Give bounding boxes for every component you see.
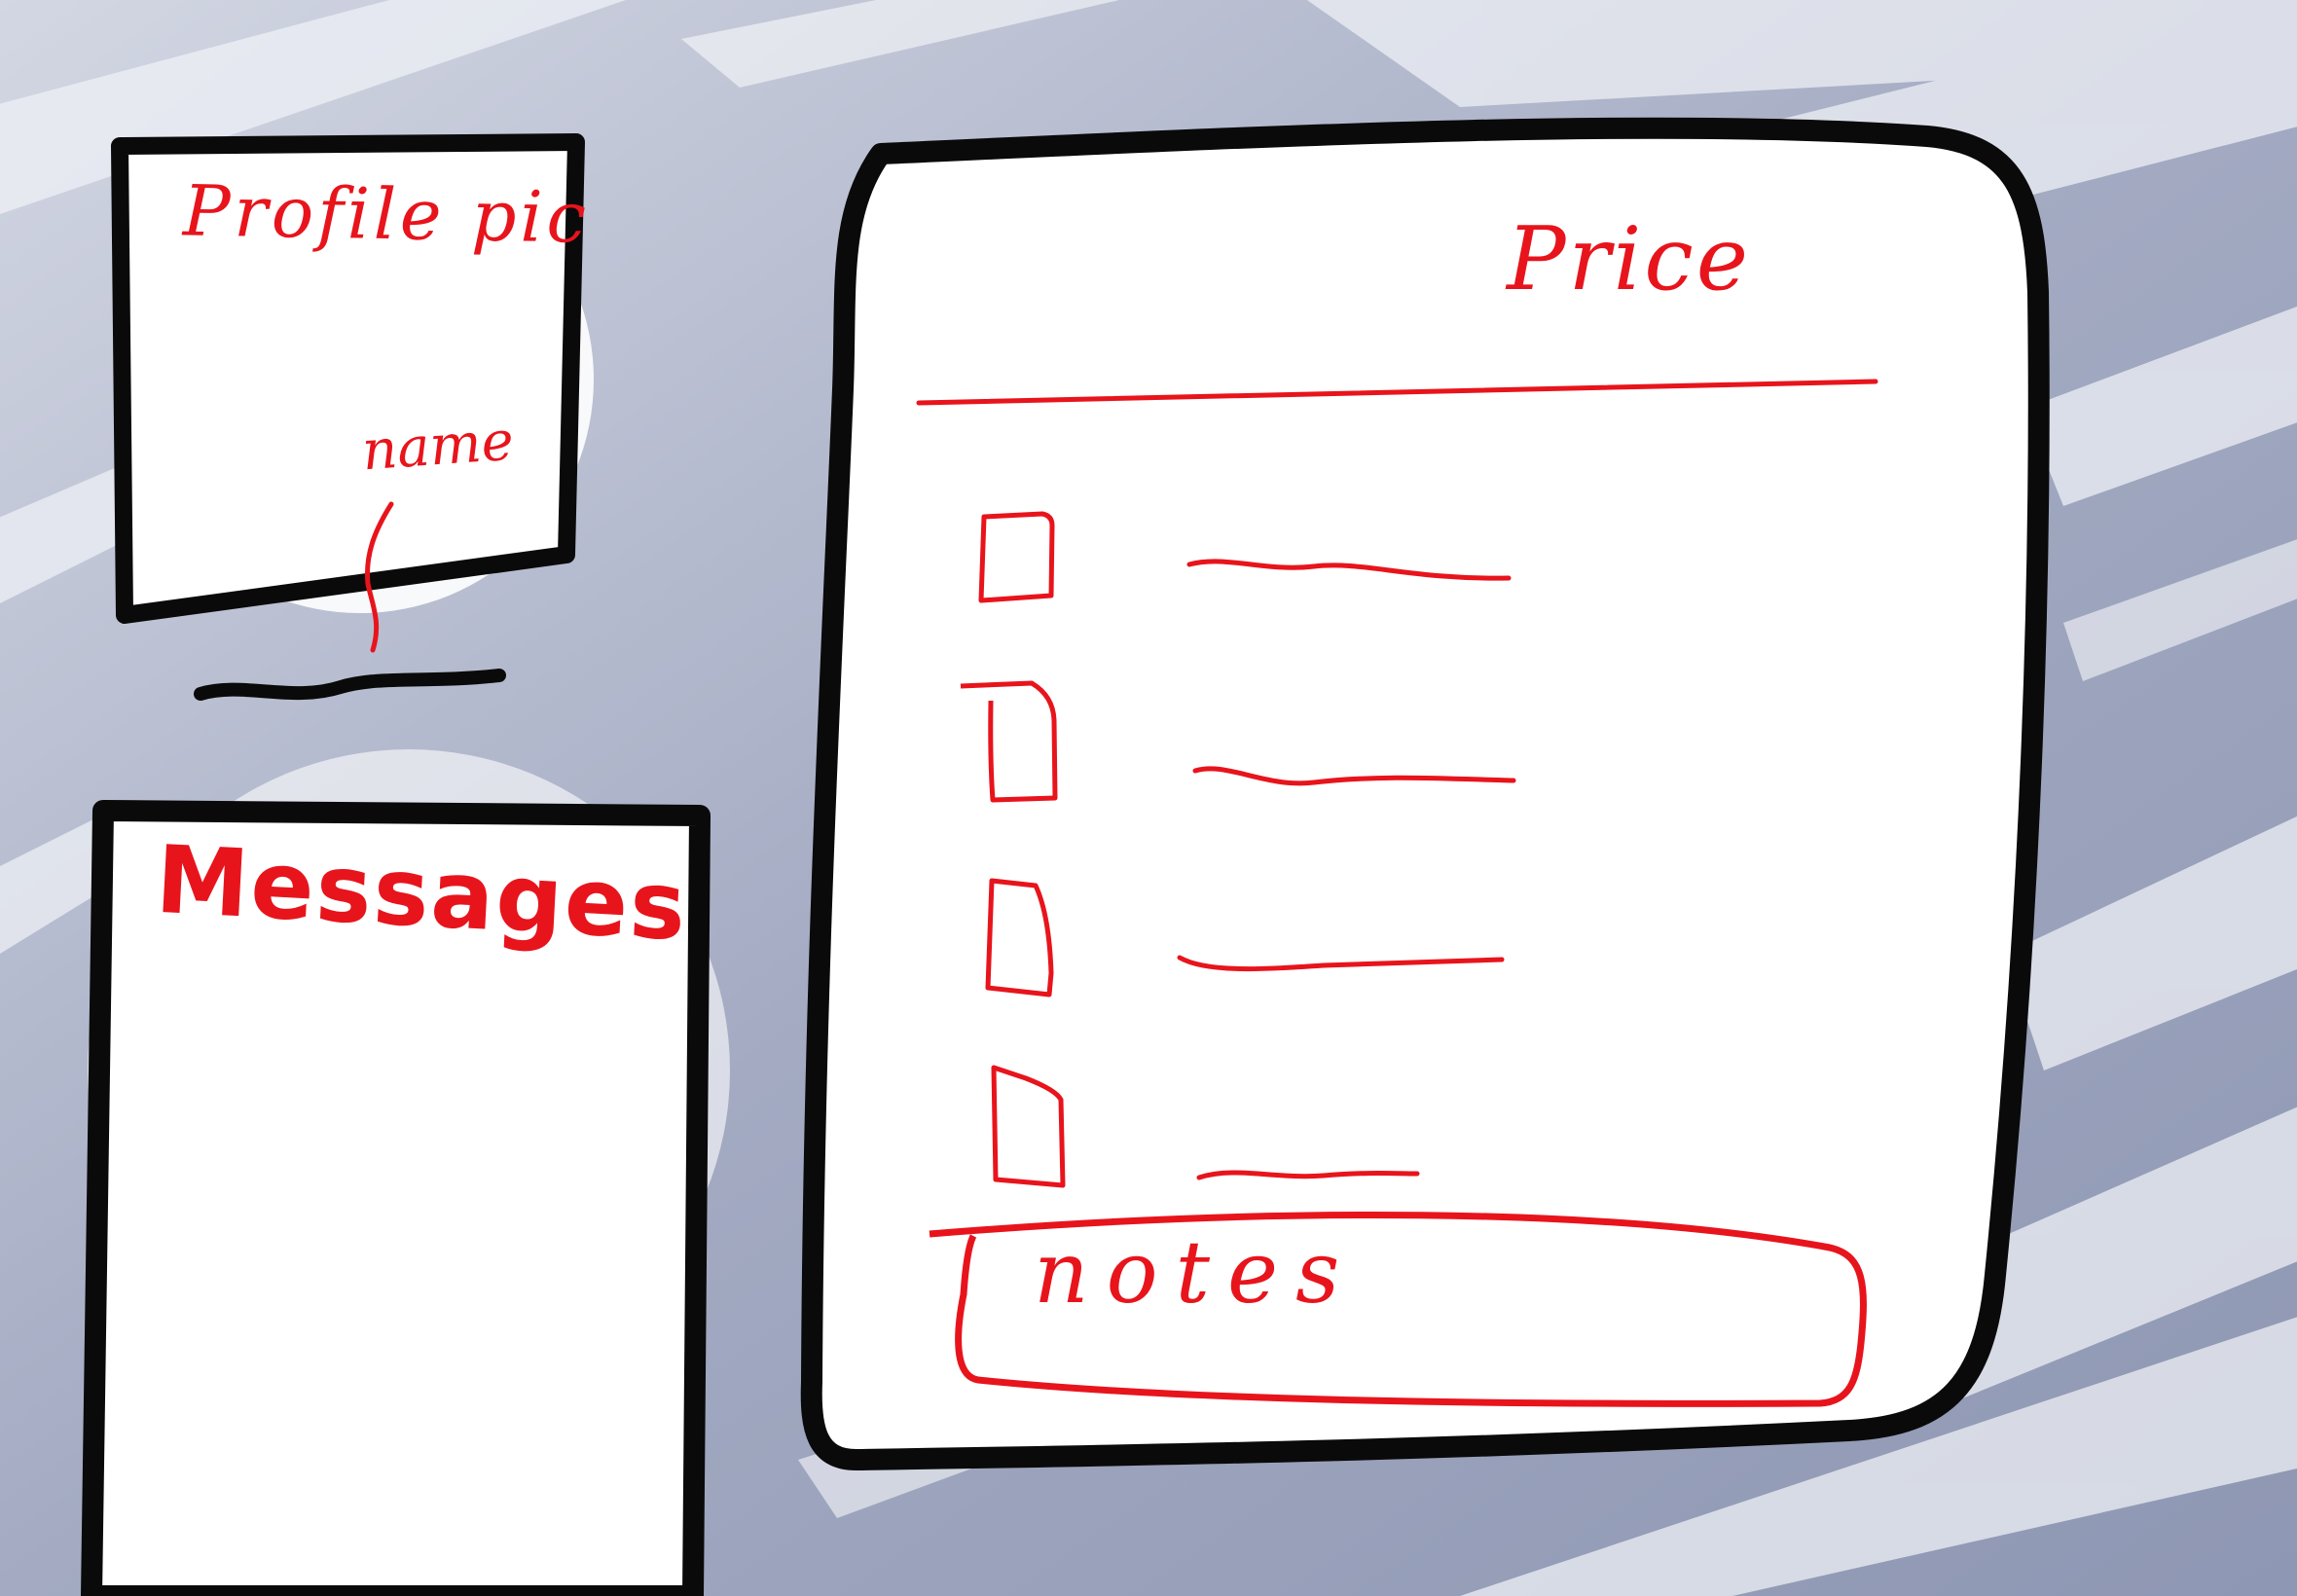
profile-pic-label: Profile pic bbox=[182, 169, 591, 259]
name-label: name bbox=[359, 409, 516, 484]
notes-label: notes bbox=[1034, 1222, 1358, 1323]
name-field-line bbox=[194, 669, 506, 701]
price-label: Price bbox=[1507, 208, 1752, 310]
